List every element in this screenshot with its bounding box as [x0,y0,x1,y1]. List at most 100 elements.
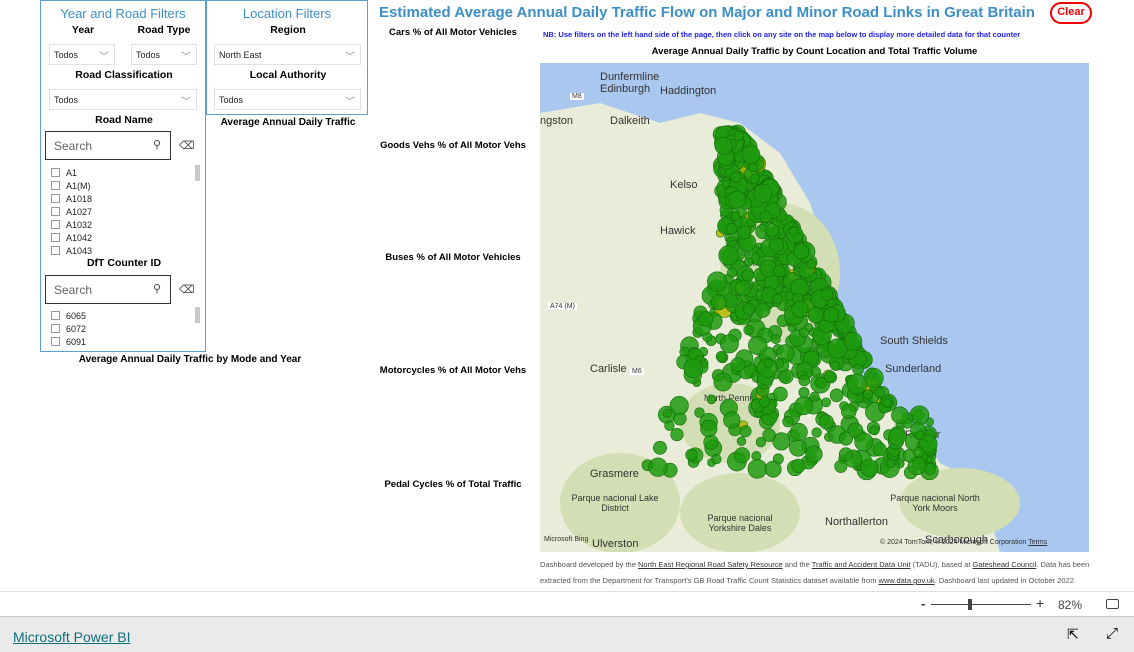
road-name-search[interactable]: Search ⚲ [45,131,171,160]
list-item[interactable]: A1(M) [51,179,92,192]
count-site-marker[interactable] [719,334,739,354]
checkbox[interactable] [51,324,60,333]
count-site-marker[interactable] [791,300,809,318]
count-site-marker[interactable] [683,358,703,378]
zoom-slider[interactable] [931,604,1031,605]
count-site-marker[interactable] [748,162,758,173]
count-site-marker[interactable] [763,358,773,369]
count-site-marker[interactable] [749,173,761,185]
count-site-marker[interactable] [913,446,925,458]
checkbox[interactable] [51,246,60,255]
count-site-marker[interactable] [793,243,810,260]
count-site-marker[interactable] [820,288,834,301]
count-site-markers[interactable] [540,63,1089,552]
scrollbar[interactable] [195,165,200,181]
zoom-out-button[interactable]: - [921,596,925,611]
count-site-marker[interactable] [764,460,782,478]
count-site-marker[interactable] [743,257,754,267]
count-site-marker[interactable] [821,397,831,408]
count-site-marker[interactable] [852,363,864,376]
count-site-marker[interactable] [809,391,820,402]
count-site-marker[interactable] [782,415,794,428]
count-site-marker[interactable] [662,408,672,418]
checkbox[interactable] [51,311,60,320]
count-site-marker[interactable] [869,425,880,436]
count-site-marker[interactable] [730,171,742,183]
count-site-marker[interactable] [772,293,783,305]
list-item[interactable]: 6065 [51,309,86,322]
count-site-marker[interactable] [710,294,727,311]
count-site-marker[interactable] [823,307,839,323]
count-site-marker[interactable] [759,210,772,223]
count-site-marker[interactable] [739,425,752,438]
count-site-marker[interactable] [794,396,813,416]
count-site-marker[interactable] [798,386,810,398]
count-site-marker[interactable] [734,279,752,297]
count-site-marker[interactable] [810,366,822,377]
share-icon[interactable]: ⇱ [1067,626,1079,643]
count-site-marker[interactable] [789,438,807,457]
list-item[interactable]: 6091 [51,335,86,348]
count-site-marker[interactable] [694,407,705,418]
count-site-marker[interactable] [846,373,868,395]
count-site-marker[interactable] [733,130,745,142]
count-site-marker[interactable] [769,237,784,253]
count-site-marker[interactable] [805,445,823,463]
zoom-slider-thumb[interactable] [968,599,972,610]
tadu-link[interactable]: Traffic and Accident Data Unit [812,560,911,569]
checkbox[interactable] [51,233,60,242]
count-site-marker[interactable] [798,374,811,387]
count-site-marker[interactable] [713,372,733,392]
fit-to-page-icon[interactable] [1106,599,1119,609]
count-site-marker[interactable] [838,447,853,462]
count-site-marker[interactable] [730,357,746,372]
power-bi-link[interactable]: Microsoft Power BI [13,629,130,645]
count-site-marker[interactable] [703,434,719,450]
count-site-marker[interactable] [811,427,822,438]
nerrsr-link[interactable]: North East Regional Road Safety Resource [638,560,783,569]
list-item[interactable]: A1042 [51,231,92,244]
count-site-marker[interactable] [753,183,773,203]
terms-link[interactable]: Terms [1028,539,1047,546]
road-class-dropdown[interactable]: Todos ﹀ [49,89,197,110]
count-site-marker[interactable] [728,190,747,209]
eraser-icon[interactable]: ⌫ [179,139,195,152]
count-site-marker[interactable] [759,396,771,408]
counter-search[interactable]: Search ⚲ [45,275,171,304]
count-site-marker[interactable] [914,430,925,441]
checkbox[interactable] [51,337,60,346]
road-type-dropdown[interactable]: Todos ﹀ [131,44,197,65]
count-site-marker[interactable] [730,211,741,222]
list-item[interactable]: 6072 [51,322,86,335]
checkbox[interactable] [51,220,60,229]
scrollbar[interactable] [195,307,200,323]
count-site-marker[interactable] [886,458,896,469]
count-site-marker[interactable] [715,350,728,363]
traffic-map[interactable]: Dunfermline Edinburgh Haddington Dalkeith ng… [540,63,1089,552]
count-site-marker[interactable] [755,302,771,318]
region-dropdown[interactable]: North East ﹀ [214,44,361,65]
count-site-marker[interactable] [741,145,761,164]
count-site-marker[interactable] [736,436,747,446]
count-site-marker[interactable] [669,396,689,416]
count-site-marker[interactable] [874,387,885,398]
list-item[interactable]: A1032 [51,218,92,231]
count-site-marker[interactable] [843,332,863,351]
count-site-marker[interactable] [742,302,755,315]
count-site-marker[interactable] [714,136,733,155]
count-site-marker[interactable] [700,419,718,438]
count-site-marker[interactable] [706,394,717,405]
count-site-marker[interactable] [727,267,738,278]
count-site-marker[interactable] [648,457,668,477]
zoom-in-button[interactable]: + [1036,595,1044,611]
checkbox[interactable] [51,168,60,177]
count-site-marker[interactable] [791,458,806,474]
count-site-marker[interactable] [747,458,768,479]
count-site-marker[interactable] [653,440,667,455]
count-site-marker[interactable] [765,223,779,237]
expand-icon[interactable]: ⤢ [1106,625,1118,642]
count-site-marker[interactable] [737,225,752,240]
count-site-marker[interactable] [806,259,817,270]
count-site-marker[interactable] [872,442,887,457]
count-site-marker[interactable] [723,411,741,429]
